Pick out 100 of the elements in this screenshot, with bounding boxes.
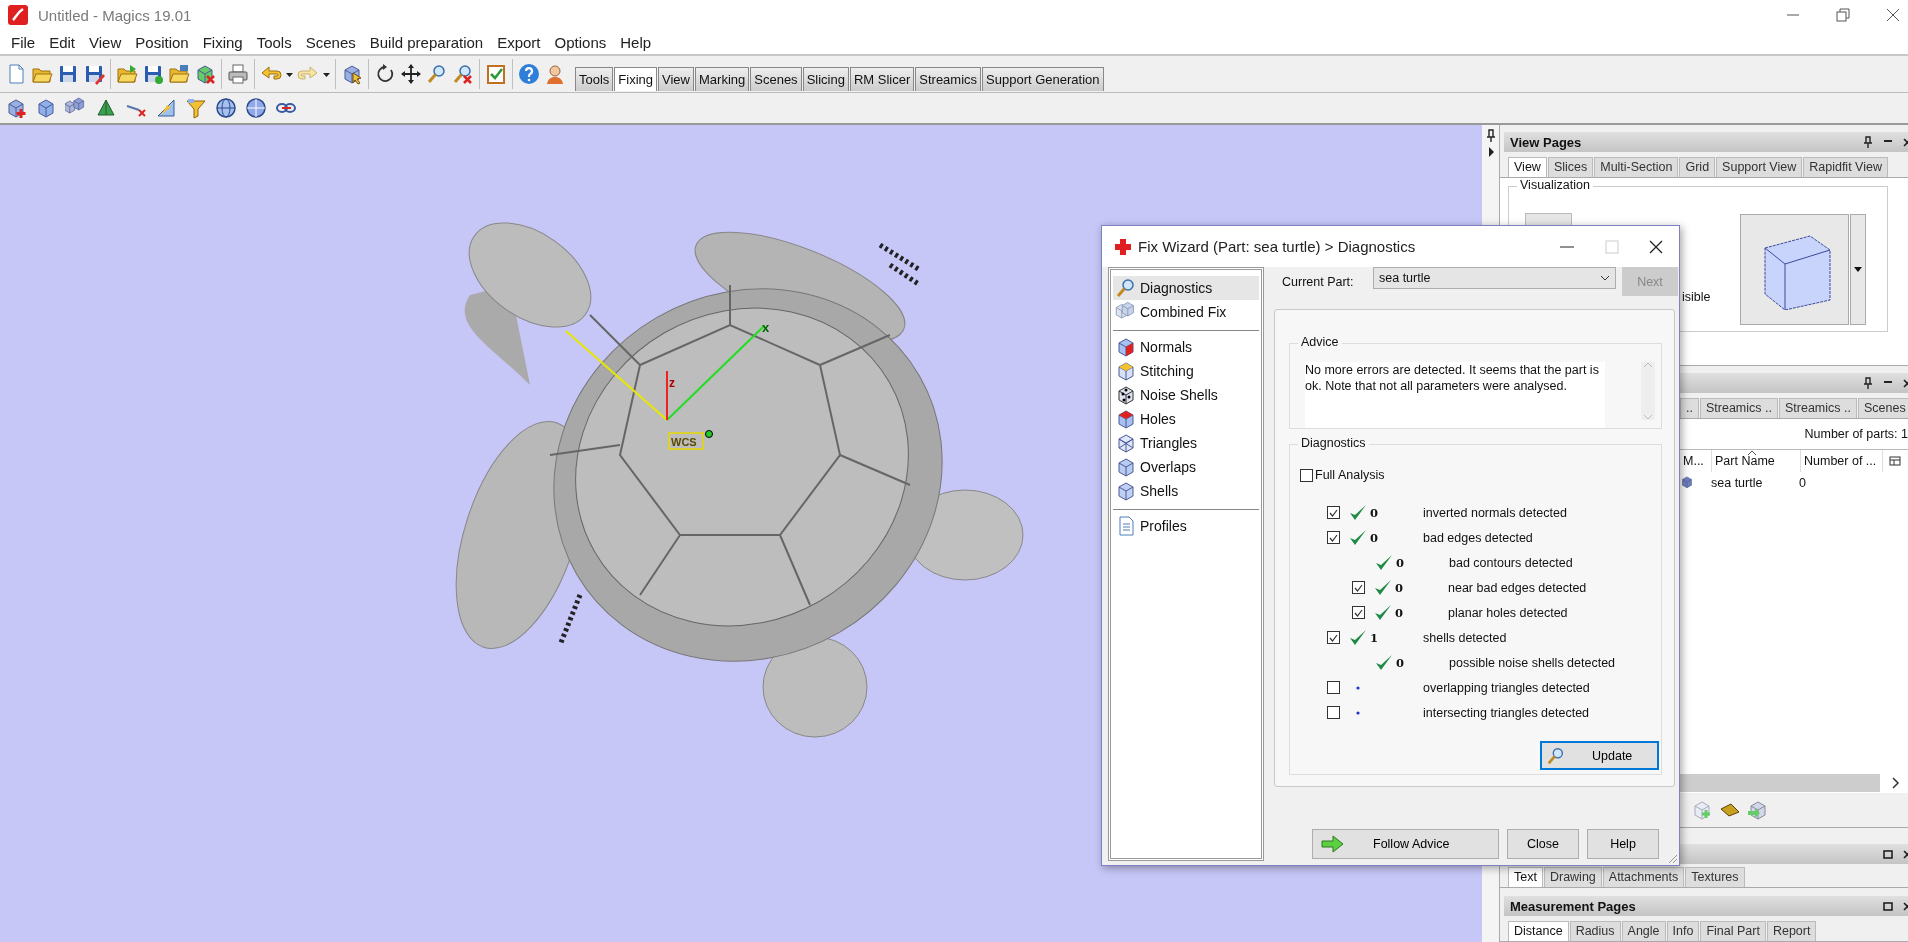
close-icon[interactable] <box>1649 239 1663 254</box>
toolbar-tab[interactable]: Tools <box>575 67 614 91</box>
view-cube-button[interactable] <box>1740 214 1849 325</box>
menu-item[interactable]: Scenes <box>298 33 363 51</box>
part-dropdown[interactable]: sea turtle <box>1373 267 1616 289</box>
panel-tab[interactable]: Drawing <box>1543 867 1602 887</box>
checklist-icon[interactable] <box>485 63 507 85</box>
panel-tab[interactable]: Slices <box>1547 157 1594 177</box>
menu-item[interactable]: Export <box>490 33 548 51</box>
dialog-button[interactable]: Close <box>1507 829 1579 859</box>
save-as-icon[interactable] <box>83 63 105 85</box>
nav-item[interactable]: Normals <box>1113 335 1259 359</box>
checkbox[interactable] <box>1352 606 1365 619</box>
nav-item[interactable]: Stitching <box>1113 359 1259 383</box>
rotate-icon[interactable] <box>374 63 396 85</box>
panel-tab[interactable]: Angle <box>1621 921 1666 941</box>
menu-item[interactable]: Help <box>613 33 659 51</box>
menu-item[interactable]: Edit <box>42 33 83 51</box>
floppy-icon[interactable] <box>142 63 164 85</box>
menu-item[interactable]: File <box>4 33 43 51</box>
maximize-icon[interactable] <box>1883 848 1893 860</box>
panel-tab[interactable]: Info <box>1666 921 1700 941</box>
panel-tab[interactable]: .. <box>1680 398 1699 418</box>
checkbox[interactable] <box>1352 581 1365 594</box>
toolbar-tab[interactable]: View <box>658 67 694 91</box>
add-part-icon[interactable] <box>5 97 27 119</box>
toolbar-tab[interactable]: RM Slicer <box>849 67 915 91</box>
import-folder-icon[interactable] <box>116 63 138 85</box>
menu-item[interactable]: Fixing <box>195 33 250 51</box>
zoom-cancel-icon[interactable] <box>452 63 474 85</box>
help-icon[interactable] <box>518 63 540 85</box>
sphere-icon[interactable] <box>215 97 237 119</box>
scroll-right-icon[interactable] <box>1890 776 1900 790</box>
cube-icon[interactable] <box>35 97 57 119</box>
checkbox[interactable] <box>1327 681 1340 694</box>
triangle-marker-icon[interactable] <box>155 97 177 119</box>
cube-delete-icon[interactable] <box>194 63 216 85</box>
panel-tab[interactable]: Multi-Section <box>1594 157 1679 177</box>
panel-tab[interactable]: Rapidfit View <box>1803 157 1888 177</box>
person-icon[interactable] <box>544 63 566 85</box>
folder-icon[interactable] <box>168 63 190 85</box>
zoom-icon[interactable] <box>426 63 448 85</box>
checkbox[interactable] <box>1327 706 1340 719</box>
toolbar-tab[interactable]: Marking <box>695 67 750 91</box>
restore-icon[interactable] <box>1836 8 1850 22</box>
pin-icon[interactable] <box>1485 129 1496 143</box>
menu-item[interactable]: Tools <box>249 33 299 51</box>
panel-tab[interactable]: Attachments <box>1602 867 1685 887</box>
panel-tab[interactable]: Grid <box>1679 157 1716 177</box>
panel-tab[interactable]: Streamics .. <box>1778 398 1857 418</box>
column-chooser-icon[interactable] <box>1889 455 1901 467</box>
panel-tab[interactable]: Radius <box>1569 921 1621 941</box>
select-cursor-icon[interactable] <box>341 63 363 85</box>
nav-item[interactable]: Shells <box>1113 479 1259 503</box>
globe-icon[interactable] <box>245 97 267 119</box>
filter-icon[interactable] <box>185 97 207 119</box>
move-icon[interactable] <box>400 63 422 85</box>
menu-item[interactable]: Position <box>128 33 196 51</box>
nav-item[interactable]: Overlaps <box>1113 455 1259 479</box>
panel-tab[interactable]: Final Part <box>1700 921 1766 941</box>
panel-tab[interactable]: Text <box>1508 867 1543 887</box>
pin-icon[interactable] <box>1863 136 1873 148</box>
resize-grip-icon[interactable] <box>1666 852 1678 864</box>
nav-item[interactable]: Holes <box>1113 407 1259 431</box>
close-icon[interactable] <box>1886 8 1900 22</box>
maximize-icon[interactable] <box>1883 900 1893 912</box>
checkbox[interactable] <box>1327 631 1340 644</box>
column-header[interactable]: Part Name <box>1712 450 1801 472</box>
panel-tab[interactable]: Distance <box>1508 921 1569 941</box>
nav-item[interactable]: Profiles <box>1113 514 1259 538</box>
panel-tab[interactable]: Report <box>1766 921 1817 941</box>
panel-tab[interactable]: Scenes <box>1857 398 1908 418</box>
checkbox[interactable] <box>1300 468 1313 482</box>
nav-item[interactable]: Noise Shells <box>1113 383 1259 407</box>
toolbar-tab[interactable]: Support Generation <box>982 67 1104 91</box>
nav-item[interactable]: Diagnostics <box>1113 276 1259 300</box>
nav-item[interactable]: Combined Fix <box>1113 300 1259 324</box>
update-button[interactable]: Update <box>1540 741 1659 770</box>
panel-tab[interactable]: Support View <box>1716 157 1803 177</box>
menu-item[interactable]: Options <box>547 33 614 51</box>
toolbar-tab[interactable]: Streamics <box>915 67 982 91</box>
pin-icon[interactable] <box>1863 377 1873 389</box>
follow-advice-button[interactable]: Follow Advice <box>1312 829 1499 859</box>
toolbar-tab[interactable]: Scenes <box>750 67 802 91</box>
menu-item[interactable]: View <box>82 33 129 51</box>
menu-item[interactable]: Build preparation <box>362 33 491 51</box>
import-part-icon[interactable] <box>1747 799 1769 821</box>
dialog-button[interactable]: Help <box>1587 829 1659 859</box>
column-header[interactable]: Number of ... <box>1801 450 1883 472</box>
save-icon[interactable] <box>57 63 79 85</box>
panel-tab[interactable]: View <box>1508 157 1547 177</box>
checkbox[interactable] <box>1327 506 1340 519</box>
panel-tab[interactable]: Textures <box>1685 867 1745 887</box>
checkbox[interactable] <box>1327 531 1340 544</box>
printer-icon[interactable] <box>227 63 249 85</box>
nav-item[interactable]: Triangles <box>1113 431 1259 455</box>
panel-tab[interactable]: Streamics .. <box>1699 398 1778 418</box>
toolbar-tab[interactable]: Slicing <box>802 67 849 91</box>
toolbar-tab[interactable]: Fixing <box>614 67 658 91</box>
pyramid-icon[interactable] <box>95 97 117 119</box>
